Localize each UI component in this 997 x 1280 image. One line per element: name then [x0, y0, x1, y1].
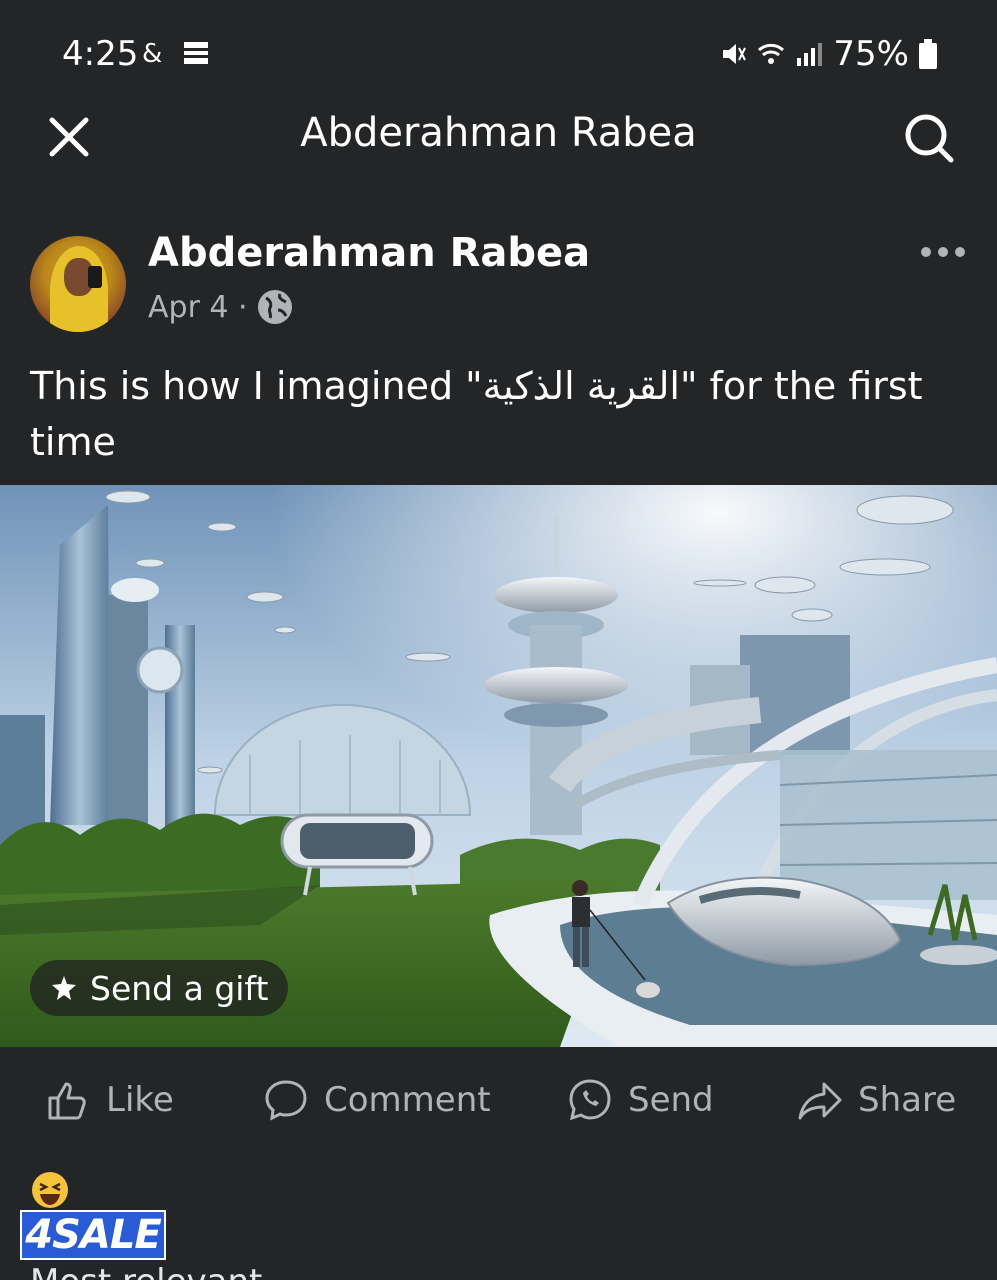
- avatar-phone: [88, 266, 102, 288]
- post-text: This is how I imagined "القرية الذكية" f…: [30, 358, 950, 470]
- watermark-logo: 4SALE: [20, 1210, 166, 1260]
- post-meta: Apr 4 ·: [148, 288, 294, 326]
- stack-icon: [184, 42, 208, 64]
- post-author[interactable]: Abderahman Rabea: [148, 230, 590, 276]
- send-button[interactable]: Send: [566, 1076, 714, 1124]
- share-icon: [798, 1082, 842, 1120]
- gift-icon: [52, 976, 76, 1000]
- link-icon: &: [142, 39, 162, 66]
- mute-icon: [723, 44, 747, 64]
- comments-sort-label[interactable]: Most relevant: [30, 1262, 262, 1280]
- more-icon[interactable]: [921, 242, 971, 262]
- comment-icon: [265, 1080, 307, 1121]
- haha-reaction-icon[interactable]: [30, 1170, 70, 1210]
- share-label: Share: [858, 1080, 957, 1120]
- share-button[interactable]: Share: [796, 1076, 956, 1124]
- battery-percent: 75%: [833, 34, 909, 74]
- send-gift-label: Send a gift: [90, 968, 269, 1008]
- send-label: Send: [628, 1080, 714, 1120]
- messenger-icon: [569, 1079, 611, 1121]
- status-bar: 4:25 & 75%: [0, 0, 997, 110]
- page-header: Abderahman Rabea: [0, 100, 997, 180]
- status-time: 4:25: [62, 34, 139, 74]
- action-bar: Like Comment Send Share: [0, 1060, 997, 1144]
- like-button[interactable]: Like: [44, 1076, 174, 1124]
- wifi-icon: [758, 43, 785, 64]
- svg-text:&: &: [142, 39, 162, 66]
- like-label: Like: [106, 1080, 174, 1120]
- page-title: Abderahman Rabea: [300, 110, 697, 156]
- notification-icons: &: [142, 38, 210, 66]
- signal-icon: [797, 43, 823, 66]
- status-right: 75%: [719, 34, 937, 74]
- avatar[interactable]: [30, 236, 126, 332]
- post-text-line1: This is how I imagined "القرية الذكية" f…: [30, 364, 923, 408]
- post-date[interactable]: Apr 4 ·: [148, 290, 248, 325]
- send-gift-button[interactable]: Send a gift: [30, 960, 289, 1016]
- like-icon: [48, 1082, 86, 1120]
- battery-icon: [919, 39, 937, 69]
- facebook-post-page: 4:25 & 75% Abderahman Rabea Abderahman R…: [0, 0, 997, 1280]
- search-icon[interactable]: [901, 110, 957, 166]
- globe-icon: [257, 290, 292, 324]
- post-text-line2: time: [30, 420, 116, 464]
- comment-label: Comment: [324, 1080, 491, 1120]
- comment-button[interactable]: Comment: [262, 1076, 491, 1124]
